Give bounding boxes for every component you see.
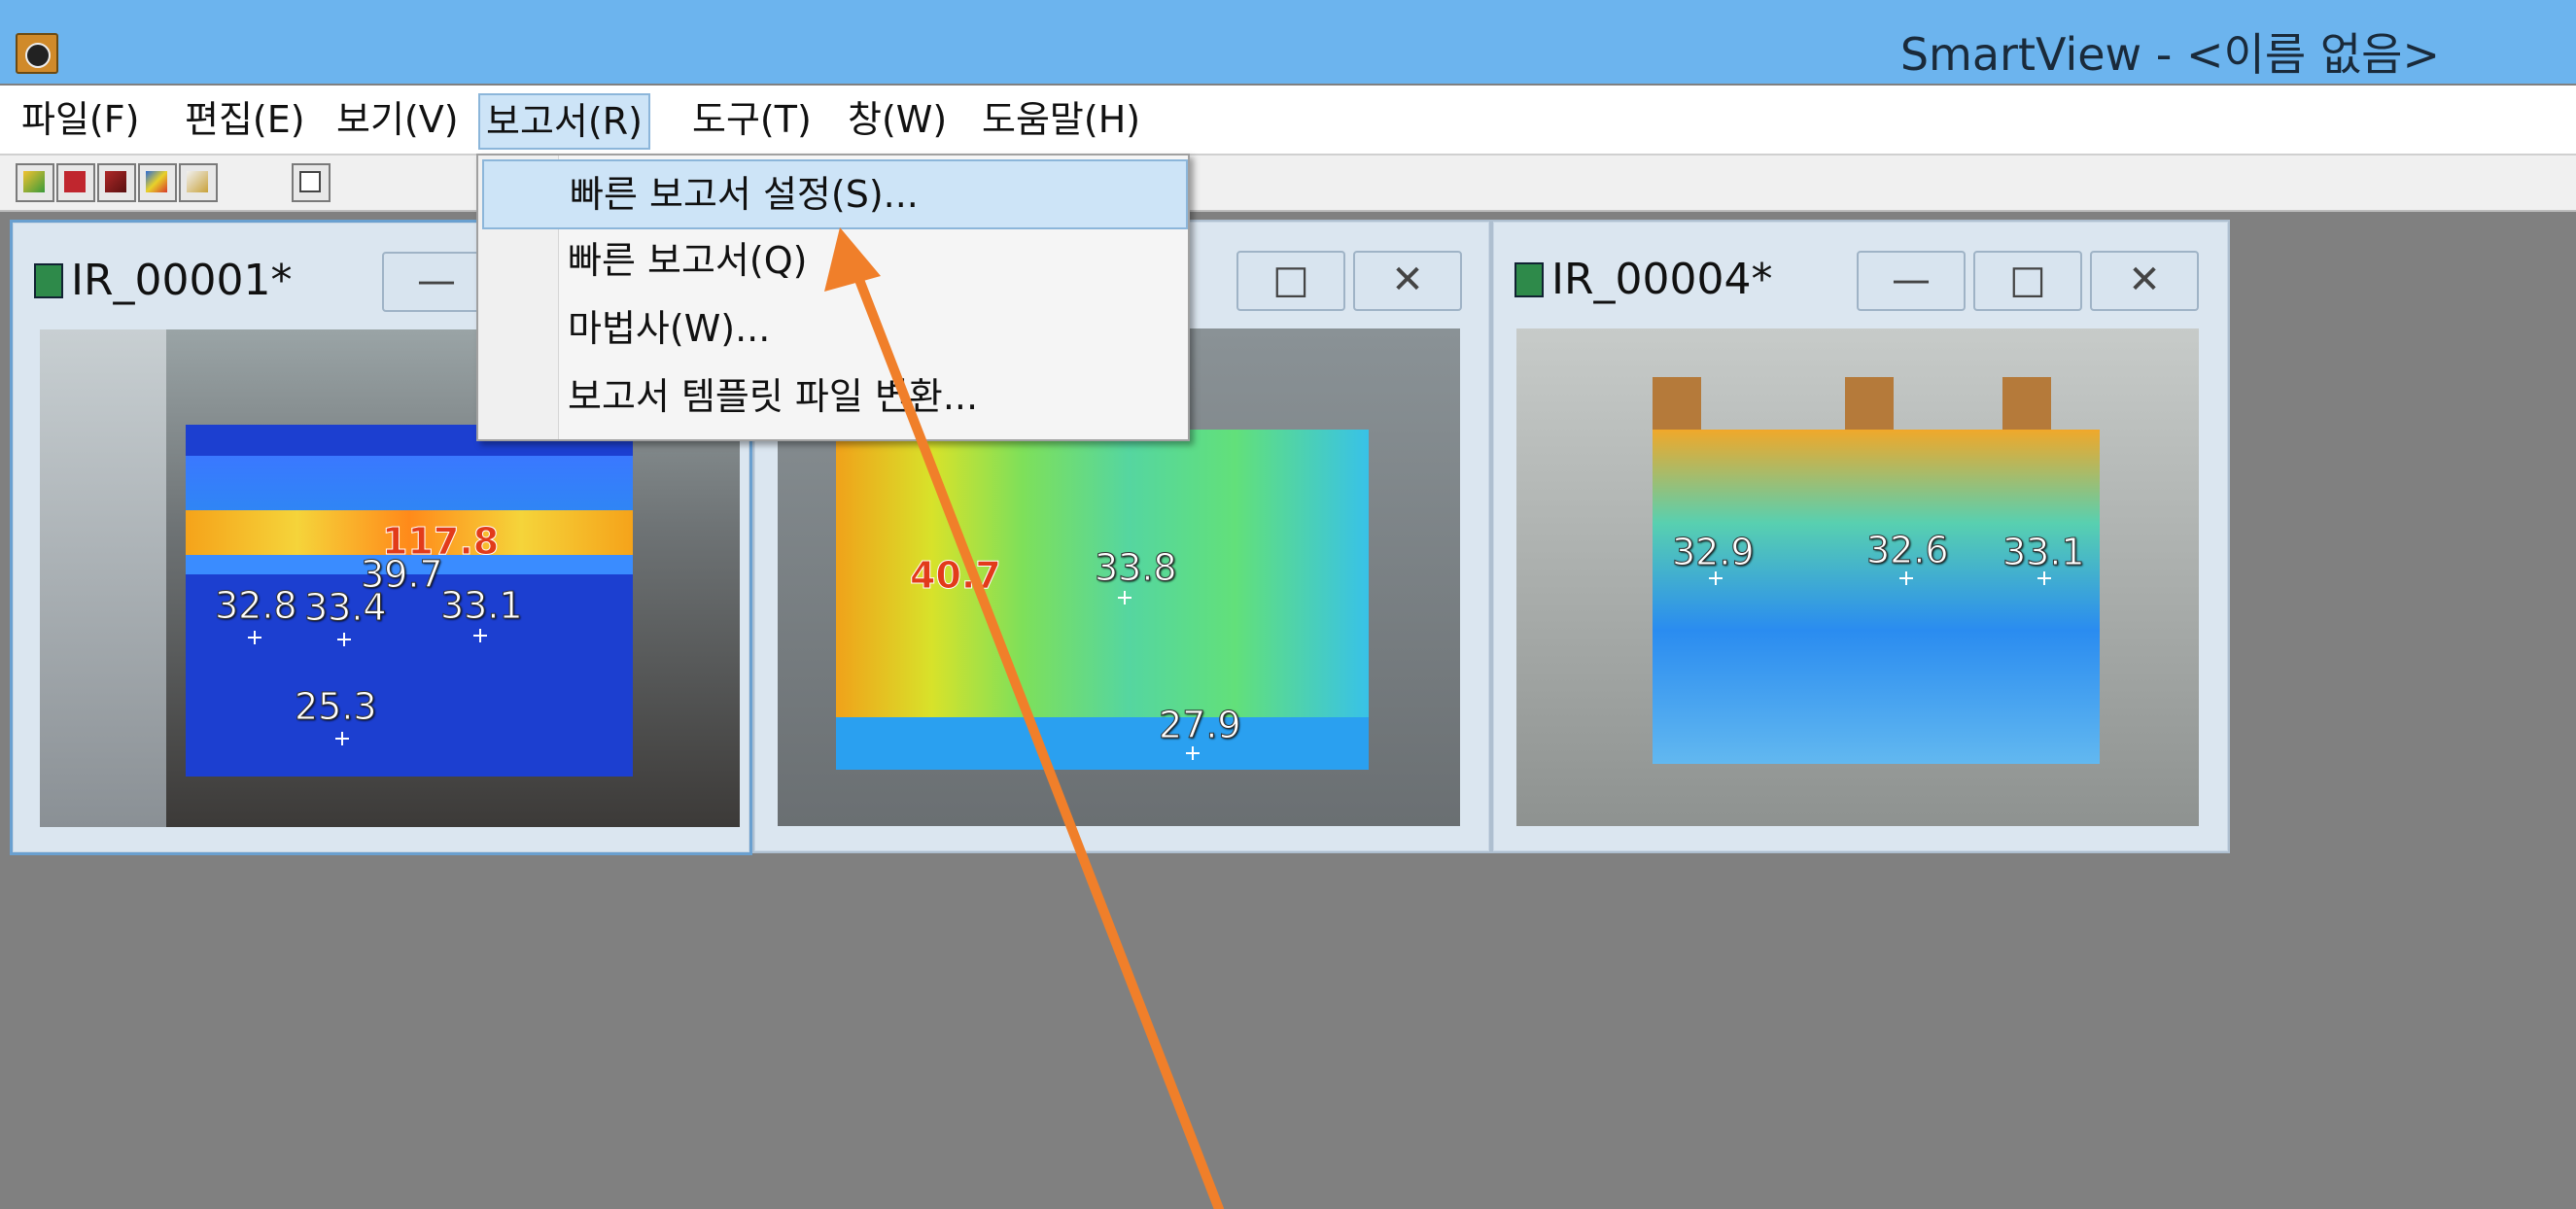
annotation-arrow	[824, 227, 1224, 1209]
